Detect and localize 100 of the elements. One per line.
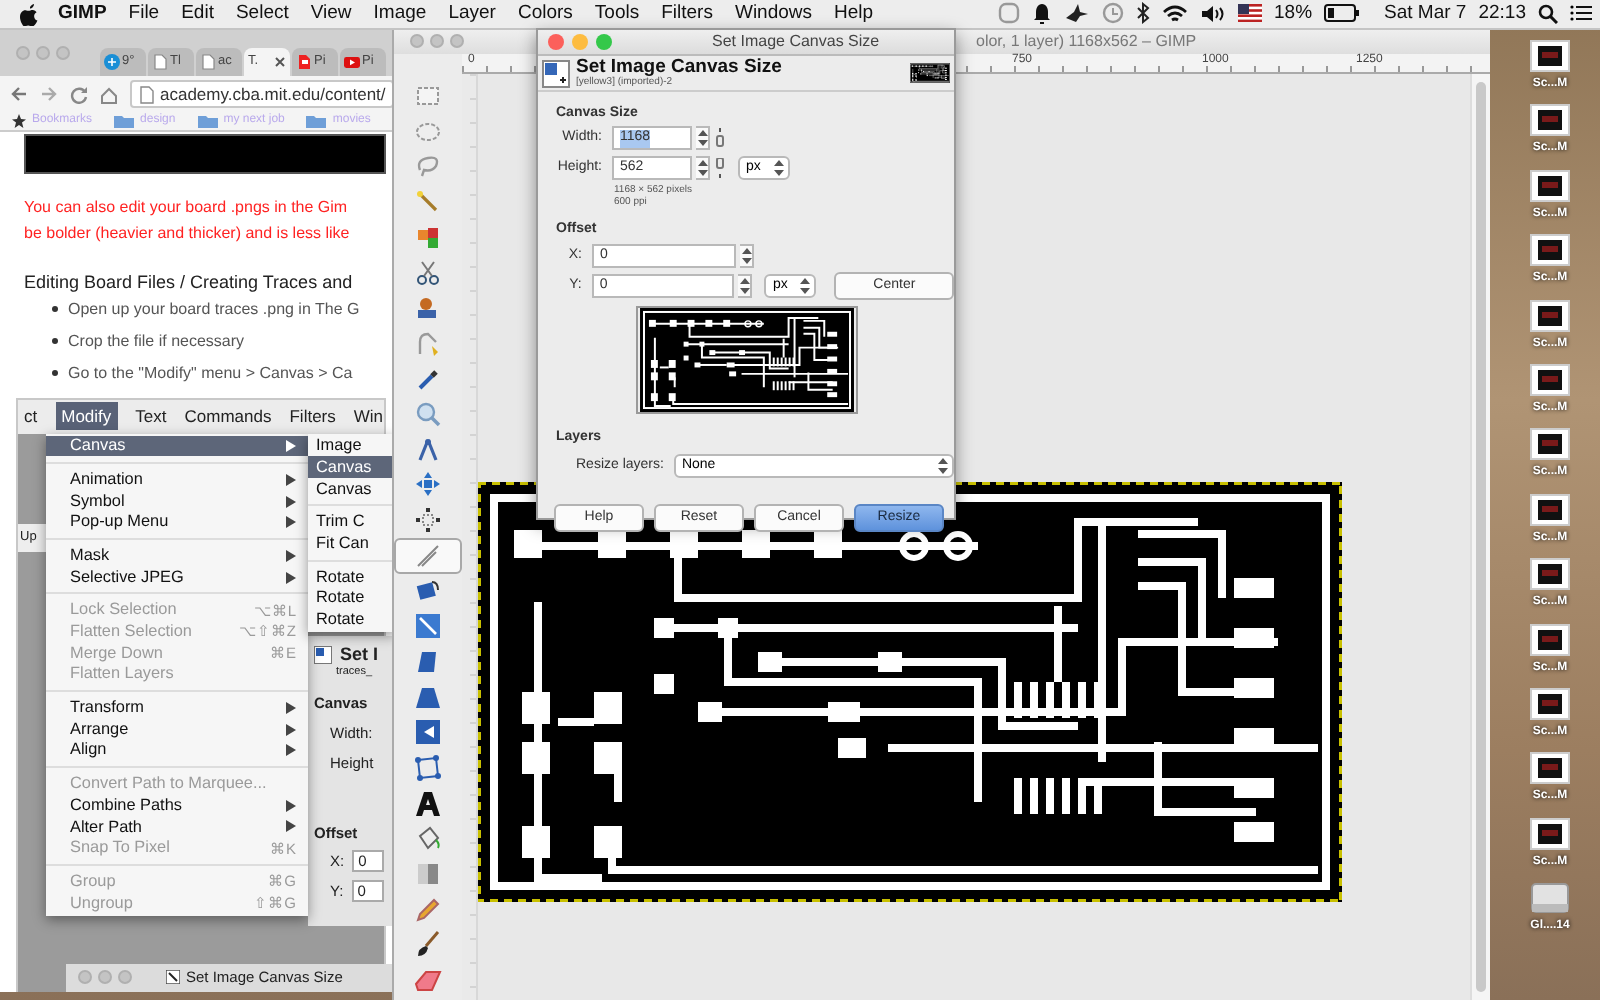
menu-item[interactable]: File: [128, 2, 160, 26]
logo-icon[interactable]: [18, 2, 38, 26]
foreground-select-icon: [414, 293, 442, 322]
menu-item[interactable]: Text: [135, 406, 167, 427]
dialog-title: Set I: [340, 643, 379, 666]
menu-item[interactable]: Win: [353, 406, 384, 427]
menu-item[interactable]: Colors: [517, 2, 573, 26]
menu-bar-date[interactable]: Sat Mar 7: [1384, 2, 1467, 26]
address-bar[interactable]: academy.cba.mit.edu/content/: [130, 80, 394, 108]
drive-icon[interactable]: [1530, 882, 1570, 915]
list-text: Crop the file if necessary: [68, 332, 245, 352]
align-icon: [414, 506, 442, 535]
menu-item[interactable]: Rotate: [308, 587, 394, 610]
compass-icon: [414, 435, 442, 464]
menu-item[interactable]: Windows: [734, 2, 813, 26]
screenshot-file-icon[interactable]: [1530, 104, 1570, 137]
list-text: Open up your board traces .png in The G: [68, 300, 360, 320]
bird-icon[interactable]: [1064, 2, 1091, 25]
canvas-size-icon: [542, 59, 570, 87]
reload-icon[interactable]: [70, 85, 88, 103]
window-title: olor, 1 layer) 1168x562 – GIMP: [976, 31, 1197, 51]
screenshot-file-icon[interactable]: [1530, 234, 1570, 267]
menu-item[interactable]: Animation: [46, 468, 308, 491]
menu-item[interactable]: Edit: [181, 2, 214, 26]
menu-item[interactable]: Pop-up Menu: [46, 511, 308, 534]
note-text: You can also edit your board .pngs in the Gim: [24, 196, 350, 220]
menu-item[interactable]: Transform: [46, 697, 308, 719]
menu-item[interactable]: Rotate: [308, 609, 394, 631]
screenshot-file-icon[interactable]: [1530, 623, 1570, 656]
chain-icon[interactable]: [714, 128, 726, 149]
menu-item[interactable]: Rotate: [308, 566, 394, 588]
section-heading: Editing Board Files / Creating Traces and: [24, 272, 355, 294]
screenshot-file-icon[interactable]: [1530, 40, 1570, 72]
screenshot-file-icon[interactable]: [1530, 428, 1570, 461]
close-icon[interactable]: [274, 56, 286, 68]
flag-icon[interactable]: [1238, 4, 1263, 23]
menu-item[interactable]: View: [310, 2, 352, 26]
menu-item[interactable]: Arrange: [46, 718, 308, 741]
menu-item[interactable]: Filters: [661, 2, 713, 26]
menu-item[interactable]: Tools: [594, 2, 640, 26]
menu-bar-time[interactable]: 22:13: [1478, 2, 1526, 26]
menu-item[interactable]: Layer: [448, 2, 496, 26]
cage-icon: [414, 753, 442, 782]
list-icon[interactable]: [1570, 4, 1592, 23]
pencil-icon: [414, 895, 442, 924]
back-icon[interactable]: [10, 86, 28, 102]
paintbrush-icon: [414, 930, 442, 959]
eyedropper-icon: [414, 364, 442, 393]
spin-buttons[interactable]: [740, 243, 754, 268]
screenshot-file-icon[interactable]: [1530, 558, 1570, 591]
menu-item[interactable]: Commands: [184, 406, 272, 427]
app-menu[interactable]: GIMP: [58, 2, 107, 26]
menu-item[interactable]: Selective JPEG: [46, 566, 308, 588]
menu-item[interactable]: Select: [235, 2, 289, 26]
spin-buttons[interactable]: [696, 126, 710, 151]
spin-buttons[interactable]: [738, 273, 753, 298]
battery-percent: 18%: [1274, 2, 1313, 26]
menu-item[interactable]: Align: [46, 740, 308, 762]
bucket-icon: [414, 824, 442, 853]
menu-item[interactable]: Symbol: [46, 490, 308, 512]
screenshot-file-icon[interactable]: [1530, 363, 1570, 396]
menu-item[interactable]: Trim C: [308, 511, 394, 534]
document-icon: [152, 54, 168, 70]
home-icon[interactable]: [100, 85, 118, 103]
screenshot-file-icon[interactable]: [1530, 493, 1570, 526]
screenshot-file-icon[interactable]: [1530, 299, 1570, 332]
submenu-arrow-icon: [286, 440, 296, 453]
menu-item[interactable]: Combine Paths: [46, 794, 308, 817]
screenshot-file-icon[interactable]: [1530, 752, 1570, 785]
bullet-icon: [52, 306, 58, 313]
menu-item[interactable]: Filters: [289, 406, 336, 427]
star-icon[interactable]: [12, 114, 26, 128]
menu-item[interactable]: Mask: [46, 545, 308, 567]
bell-icon[interactable]: [1032, 2, 1053, 25]
screenshot-file-icon[interactable]: [1530, 687, 1570, 720]
menu-item[interactable]: Alter Path: [46, 816, 308, 838]
speaker-icon[interactable]: [1200, 3, 1227, 24]
screenshot-file-icon[interactable]: [1530, 817, 1570, 850]
rectangle-select-icon: [414, 81, 442, 110]
chain-icon[interactable]: [714, 158, 726, 179]
list-text: Go to the "Modify" menu > Canvas > Ca: [68, 364, 353, 384]
bullet-icon: [52, 338, 58, 345]
search-icon[interactable]: [1538, 3, 1558, 24]
scrollbar-thumb[interactable]: [1476, 82, 1486, 992]
thumbnail-drawing: [910, 62, 950, 84]
battery-icon[interactable]: [1324, 4, 1361, 23]
menu-item[interactable]: Image: [373, 2, 427, 26]
menu-item[interactable]: Image: [308, 435, 394, 457]
menu-item[interactable]: Help: [834, 2, 874, 26]
page-icon: [140, 85, 154, 103]
menu-item[interactable]: Fit Can: [308, 533, 394, 555]
menu-item[interactable]: ct: [24, 406, 38, 427]
menu-item[interactable]: Modify: [55, 402, 118, 431]
screenshot-file-icon[interactable]: [1530, 169, 1570, 202]
menu-item[interactable]: Canvas: [46, 435, 308, 457]
menu-item[interactable]: Canvas: [308, 478, 394, 500]
spin-buttons[interactable]: [696, 156, 710, 181]
wifi-icon[interactable]: [1162, 3, 1189, 24]
menu-item[interactable]: Canvas: [308, 456, 394, 479]
bluetooth-icon[interactable]: [1136, 2, 1151, 25]
